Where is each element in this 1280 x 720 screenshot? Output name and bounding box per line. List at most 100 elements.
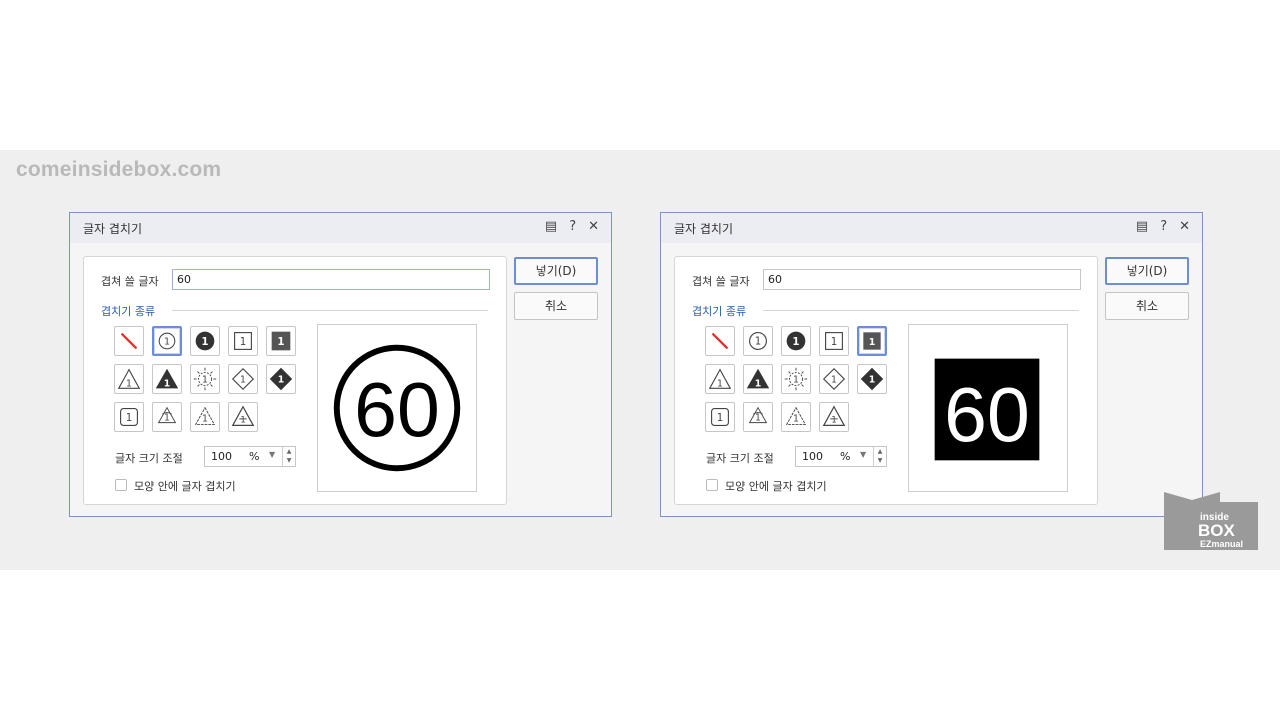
shape-triangle-filled-icon[interactable]: 1 [743, 364, 773, 394]
svg-text:1: 1 [201, 336, 208, 348]
svg-text:1: 1 [831, 336, 838, 348]
dialog-title: 글자 겹치기 [83, 222, 143, 236]
overlap-dialog-right: 글자 겹치기 ▤ ? ✕ 겹쳐 쓸 글자 겹치기 종류 1 1 1 1 1 1 … [660, 212, 1203, 517]
dialog-titlebar: 글자 겹치기 ▤ ? ✕ [70, 213, 611, 243]
shape-circle-outline-icon[interactable]: 1 [743, 326, 773, 356]
shape-circle-filled-icon[interactable]: 1 [190, 326, 220, 356]
shape-sun-outline-icon[interactable]: 1 [781, 364, 811, 394]
options-panel: 겹쳐 쓸 글자 겹치기 종류 1 1 1 1 1 1 1 1 1 1 [83, 256, 507, 505]
close-icon[interactable]: ✕ [1179, 219, 1190, 235]
shape-group-label: 겹치기 종류 [692, 305, 747, 318]
shape-square-filled-icon[interactable]: 1 [857, 326, 887, 356]
shape-square-outline-icon[interactable]: 1 [228, 326, 258, 356]
svg-text:1: 1 [278, 375, 285, 386]
cancel-button[interactable]: 취소 [514, 292, 598, 320]
options-panel: 겹쳐 쓸 글자 겹치기 종류 1 1 1 1 1 1 1 1 1 1 [674, 256, 1098, 505]
svg-text:1: 1 [831, 375, 837, 386]
shape-recycle-icon-2[interactable]: 1 [781, 402, 811, 432]
svg-text:1: 1 [755, 378, 762, 389]
insert-button[interactable]: 넣기(D) [514, 257, 598, 285]
shape-diamond-filled-icon[interactable]: 1 [266, 364, 296, 394]
shape-triangle-outline-icon[interactable]: 1 [114, 364, 144, 394]
size-label: 글자 크기 조절 [706, 452, 774, 465]
dropdown-arrow-icon[interactable]: ▼ [269, 450, 275, 459]
svg-text:1: 1 [202, 414, 208, 425]
dropdown-arrow-icon[interactable]: ▼ [860, 450, 866, 459]
preview-text: 60 [944, 373, 1030, 459]
shape-rounded-square-icon[interactable]: 1 [705, 402, 735, 432]
preview-box: 60 [908, 324, 1068, 492]
shape-diamond-outline-icon[interactable]: 1 [228, 364, 258, 394]
shape-none-icon[interactable] [114, 326, 144, 356]
svg-text:1: 1 [164, 378, 171, 389]
overlap-dialog-left: 글자 겹치기 ▤ ? ✕ 겹쳐 쓸 글자 겹치기 종류 1 1 1 1 1 1 … [69, 212, 612, 517]
comment-icon[interactable]: ▤ [545, 219, 557, 235]
watermark-text: comeinsidebox.com [16, 158, 222, 181]
inside-shape-checkbox[interactable] [115, 479, 127, 491]
svg-text:1: 1 [202, 375, 208, 386]
size-unit: % [840, 450, 851, 463]
svg-text:1: 1 [831, 415, 836, 425]
inside-shape-checkbox[interactable] [706, 479, 718, 491]
svg-text:1: 1 [755, 413, 761, 424]
cancel-button[interactable]: 취소 [1105, 292, 1189, 320]
shape-recycle-icon-3[interactable]: 1 [819, 402, 849, 432]
svg-text:1: 1 [126, 412, 133, 424]
help-icon[interactable]: ? [1160, 219, 1167, 235]
svg-text:1: 1 [164, 336, 170, 347]
dialog-titlebar: 글자 겹치기 ▤ ? ✕ [661, 213, 1202, 243]
shape-group-label: 겹치기 종류 [101, 305, 156, 318]
svg-text:1: 1 [240, 375, 246, 386]
shape-diamond-filled-icon[interactable]: 1 [857, 364, 887, 394]
shape-diamond-outline-icon[interactable]: 1 [819, 364, 849, 394]
shape-recycle-icon-3[interactable]: 1 [228, 402, 258, 432]
shape-sun-outline-icon[interactable]: 1 [190, 364, 220, 394]
svg-text:1: 1 [869, 337, 876, 348]
shape-square-filled-icon[interactable]: 1 [266, 326, 296, 356]
overlap-text-input[interactable] [763, 269, 1081, 290]
shape-square-outline-icon[interactable]: 1 [819, 326, 849, 356]
insert-button[interactable]: 넣기(D) [1105, 257, 1189, 285]
svg-text:1: 1 [793, 375, 799, 386]
shape-triangle-filled-icon[interactable]: 1 [152, 364, 182, 394]
help-icon[interactable]: ? [569, 219, 576, 235]
svg-text:1: 1 [792, 336, 799, 348]
overlap-text-input[interactable] [172, 269, 490, 290]
svg-text:1: 1 [126, 378, 132, 389]
overlap-text-label: 겹쳐 쓸 글자 [692, 275, 750, 288]
shape-recycle-icon-2[interactable]: 1 [190, 402, 220, 432]
svg-text:1: 1 [240, 415, 245, 425]
shape-triangle-outline-icon[interactable]: 1 [705, 364, 735, 394]
svg-text:1: 1 [717, 412, 724, 424]
comment-icon[interactable]: ▤ [1136, 219, 1148, 235]
svg-text:1: 1 [793, 414, 799, 425]
size-unit: % [249, 450, 260, 463]
shape-circle-filled-icon[interactable]: 1 [781, 326, 811, 356]
size-label: 글자 크기 조절 [115, 452, 183, 465]
svg-text:1: 1 [755, 336, 762, 348]
svg-text:1: 1 [277, 336, 284, 348]
svg-text:1: 1 [164, 413, 170, 424]
shape-recycle-icon-1[interactable]: 1 [152, 402, 182, 432]
shape-rounded-square-icon[interactable]: 1 [114, 402, 144, 432]
insidebox-logo: inside BOX EZmanual [1162, 490, 1262, 552]
size-value: 100 [802, 450, 823, 463]
overlap-text-label: 겹쳐 쓸 글자 [101, 275, 159, 288]
size-spinbox[interactable]: 100 % ▼ ▲ ▼ [795, 446, 887, 467]
inside-shape-label: 모양 안에 글자 겹치기 [134, 480, 236, 493]
spin-arrows-icon[interactable]: ▲ ▼ [873, 447, 886, 466]
size-spinbox[interactable]: 100 % ▼ ▲ ▼ [204, 446, 296, 467]
inside-shape-label: 모양 안에 글자 겹치기 [725, 480, 827, 493]
shape-none-icon[interactable] [705, 326, 735, 356]
shape-recycle-icon-1[interactable]: 1 [743, 402, 773, 432]
close-icon[interactable]: ✕ [588, 219, 599, 235]
svg-text:EZmanual: EZmanual [1200, 539, 1243, 549]
group-divider [172, 310, 488, 311]
shape-circle-outline-icon[interactable]: 1 [152, 326, 182, 356]
preview-text: 60 [354, 368, 440, 454]
svg-text:1: 1 [869, 375, 876, 386]
svg-text:1: 1 [717, 378, 723, 389]
size-value: 100 [211, 450, 232, 463]
preview-box: 60 [317, 324, 477, 492]
spin-arrows-icon[interactable]: ▲ ▼ [282, 447, 295, 466]
